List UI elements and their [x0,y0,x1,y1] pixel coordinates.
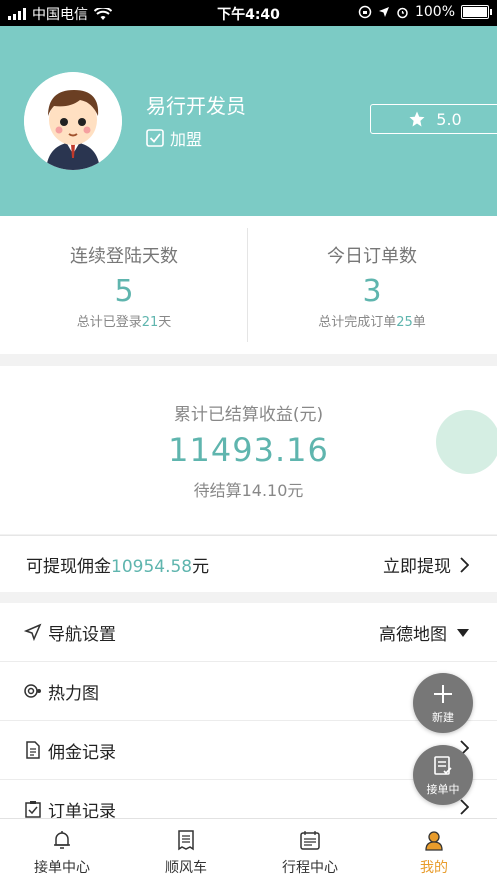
star-icon [409,111,425,127]
receipt-icon [178,830,194,851]
tab-label: 顺风车 [165,860,207,876]
new-button-label: 新建 [432,711,454,724]
new-button[interactable]: 新建 [413,673,473,733]
chevron-right-icon [460,556,469,573]
tab-mine[interactable]: 我的 [372,819,496,884]
menu-label: 佣金记录 [48,743,116,763]
stat-title: 今日订单数 [327,246,417,267]
tab-label: 行程中心 [282,860,338,876]
earnings-title: 累计已结算收益(元) [173,405,324,425]
withdraw-row[interactable]: 可提现佣金10954.58元 立即提现 [0,535,497,592]
calendar-icon [300,831,320,850]
menu-label: 导航设置 [48,625,116,645]
tab-carpool[interactable]: 顺风车 [124,819,248,884]
menu-label: 热力图 [48,684,99,704]
stat-subtitle: 总计已登录21天 [76,315,172,330]
heatmap-icon [24,684,41,698]
stat-value: 3 [362,274,382,309]
join-status[interactable]: 加盟 [146,126,202,150]
pending-settlement: 待结算14.10元 [193,481,304,500]
chevron-right-icon [460,799,469,815]
status-right: 100% [358,4,492,20]
bottom-tab-bar: 接单中心 顺风车 行程中心 我的 [0,818,497,884]
checkbox-checked-icon [146,129,164,147]
user-profile-icon [425,831,443,851]
order-list-icon [434,756,452,775]
battery-percent: 100% [414,4,455,20]
user-name: 易行开发员 [146,94,246,118]
status-bar: 中国电信 下午4:40 100% [0,0,497,26]
stat-title: 连续登陆天数 [70,246,178,267]
profile-header: 易行开发员 加盟 5.0 [0,26,497,216]
plus-icon [434,685,452,703]
map-provider-select[interactable]: 高德地图 [379,620,469,645]
stat-subtitle: 总计完成订单25单 [318,315,426,330]
battery-icon [461,5,492,19]
tab-label: 我的 [420,860,448,876]
earnings-panel: 累计已结算收益(元) 11493.16 待结算14.10元 [0,366,497,534]
tab-label: 接单中心 [34,860,90,876]
login-days-stat: 连续登陆天数 5 总计已登录21天 [0,216,248,354]
earnings-amount: 11493.16 [168,431,329,469]
today-orders-stat: 今日订单数 3 总计完成订单25单 [248,216,496,354]
withdraw-button[interactable]: 立即提现 [383,552,469,577]
withdraw-label: 立即提现 [383,557,451,577]
document-icon [26,741,40,759]
dropdown-caret-icon [457,628,469,637]
rating-badge[interactable]: 5.0 [370,104,497,134]
navigation-arrow-icon [24,623,42,641]
stats-panel: 连续登陆天数 5 总计已登录21天 今日订单数 3 总计完成订单25单 [0,216,497,354]
avatar-illustration [24,72,122,170]
avatar[interactable] [24,72,122,170]
alarm-icon [397,7,408,18]
floating-decoration[interactable] [436,410,497,474]
bell-icon [54,831,70,849]
stat-value: 5 [114,274,134,309]
join-label: 加盟 [170,130,203,149]
accepting-orders-label: 接单中 [426,783,460,796]
accepting-orders-button[interactable]: 接单中 [413,745,473,805]
clipboard-check-icon [25,801,41,818]
tab-trip-center[interactable]: 行程中心 [248,819,372,884]
location-arrow-icon [378,7,389,17]
withdrawable-commission: 可提现佣金10954.58元 [26,557,210,577]
tab-order-center[interactable]: 接单中心 [0,819,124,884]
rating-value: 5.0 [436,109,462,129]
rotation-lock-icon [358,5,372,19]
map-provider-value: 高德地图 [379,625,447,645]
menu-item-navigation[interactable]: 导航设置 高德地图 [0,603,497,662]
